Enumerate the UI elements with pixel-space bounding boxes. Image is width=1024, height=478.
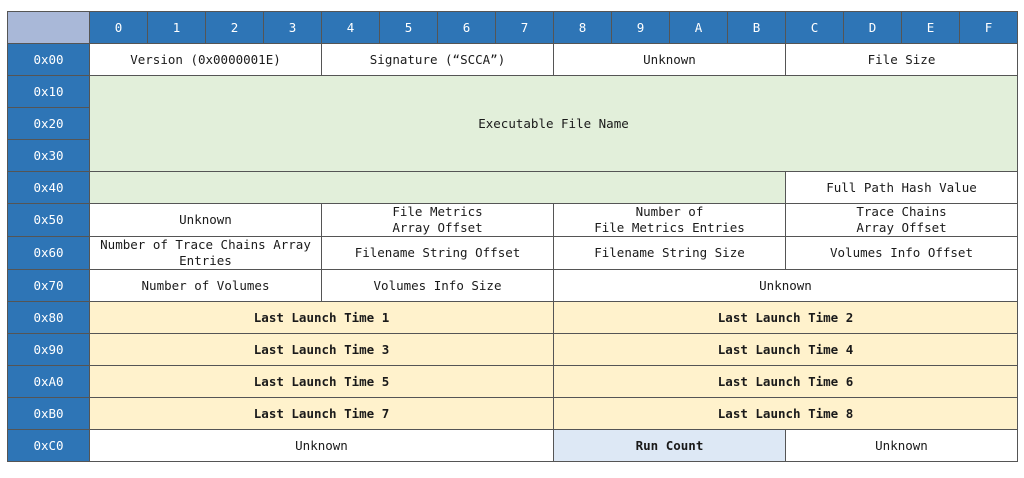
table-row: 0x70 Number of Volumes Volumes Info Size… — [7, 269, 1018, 302]
last-launch-time-field: Last Launch Time 1 — [89, 301, 554, 334]
row-offset: 0x80 — [7, 301, 90, 334]
column-header: E — [901, 11, 960, 44]
row-offset: 0x40 — [7, 171, 90, 204]
row-offset: 0x50 — [7, 203, 90, 237]
column-header: 2 — [205, 11, 264, 44]
last-launch-time-field: Last Launch Time 3 — [89, 333, 554, 366]
row-offset: 0x70 — [7, 269, 90, 302]
trace-chains-count-field: Number of Trace Chains Array Entries — [89, 236, 322, 270]
corner-cell — [7, 11, 90, 44]
unknown-field: Unknown — [553, 43, 786, 76]
row-offset: 0xB0 — [7, 397, 90, 430]
column-header-row: 0 1 2 3 4 5 6 7 8 9 A B C D E F — [7, 11, 1018, 44]
row-offset: 0x10 — [7, 75, 90, 108]
table-row: 0x40 Full Path Hash Value — [7, 171, 1018, 204]
column-header: C — [785, 11, 844, 44]
last-launch-time-field: Last Launch Time 5 — [89, 365, 554, 398]
unknown-field: Unknown — [553, 269, 1018, 302]
unknown-field: Unknown — [89, 203, 322, 237]
last-launch-time-field: Last Launch Time 6 — [553, 365, 1018, 398]
row-offset: 0x30 — [7, 139, 90, 172]
unknown-field: Unknown — [89, 429, 554, 462]
row-offset: 0x20 — [7, 107, 90, 140]
full-path-hash-field: Full Path Hash Value — [785, 171, 1018, 204]
last-launch-time-field: Last Launch Time 4 — [553, 333, 1018, 366]
run-count-field: Run Count — [553, 429, 786, 462]
column-header: 0 — [89, 11, 148, 44]
table-row: 0x60 Number of Trace Chains Array Entrie… — [7, 236, 1018, 270]
last-launch-time-field: Last Launch Time 8 — [553, 397, 1018, 430]
column-header: 4 — [321, 11, 380, 44]
byte-layout-table: 0 1 2 3 4 5 6 7 8 9 A B C D E F 0x00 Ver… — [7, 11, 1018, 462]
file-metrics-offset-field: File Metrics Array Offset — [321, 203, 554, 237]
column-header: D — [843, 11, 902, 44]
column-header: 5 — [379, 11, 438, 44]
column-header: B — [727, 11, 786, 44]
file-size-field: File Size — [785, 43, 1018, 76]
table-row: 0xA0 Last Launch Time 5 Last Launch Time… — [7, 365, 1018, 398]
table-row: 0x80 Last Launch Time 1 Last Launch Time… — [7, 301, 1018, 334]
table-row: 0x50 Unknown File Metrics Array Offset N… — [7, 203, 1018, 237]
last-launch-time-field: Last Launch Time 2 — [553, 301, 1018, 334]
row-offset: 0xA0 — [7, 365, 90, 398]
trace-chains-offset-field: Trace Chains Array Offset — [785, 203, 1018, 237]
row-offset: 0x00 — [7, 43, 90, 76]
table-row: 0x10 Executable File Name — [7, 75, 1018, 172]
column-header: 7 — [495, 11, 554, 44]
column-header: A — [669, 11, 728, 44]
table-row: 0x00 Version (0x0000001E) Signature (“SC… — [7, 43, 1018, 76]
row-offset: 0x60 — [7, 236, 90, 270]
version-field: Version (0x0000001E) — [89, 43, 322, 76]
volumes-count-field: Number of Volumes — [89, 269, 322, 302]
file-metrics-count-field: Number of File Metrics Entries — [553, 203, 786, 237]
column-header: 1 — [147, 11, 206, 44]
filename-string-size-field: Filename String Size — [553, 236, 786, 270]
filename-string-offset-field: Filename String Offset — [321, 236, 554, 270]
unknown-field: Unknown — [785, 429, 1018, 462]
volumes-info-size-field: Volumes Info Size — [321, 269, 554, 302]
executable-file-name-continuation — [89, 171, 786, 204]
signature-field: Signature (“SCCA”) — [321, 43, 554, 76]
column-header: 6 — [437, 11, 496, 44]
column-header: F — [959, 11, 1018, 44]
table-row: 0xC0 Unknown Run Count Unknown — [7, 429, 1018, 462]
row-offset: 0xC0 — [7, 429, 90, 462]
row-offset: 0x90 — [7, 333, 90, 366]
column-header: 3 — [263, 11, 322, 44]
table-row: 0x90 Last Launch Time 3 Last Launch Time… — [7, 333, 1018, 366]
last-launch-time-field: Last Launch Time 7 — [89, 397, 554, 430]
volumes-info-offset-field: Volumes Info Offset — [785, 236, 1018, 270]
prefetch-header-layout: 0 1 2 3 4 5 6 7 8 9 A B C D E F 0x00 Ver… — [7, 11, 1018, 477]
table-row: 0xB0 Last Launch Time 7 Last Launch Time… — [7, 397, 1018, 430]
executable-file-name-field: Executable File Name — [89, 75, 1018, 172]
column-header: 8 — [553, 11, 612, 44]
column-header: 9 — [611, 11, 670, 44]
